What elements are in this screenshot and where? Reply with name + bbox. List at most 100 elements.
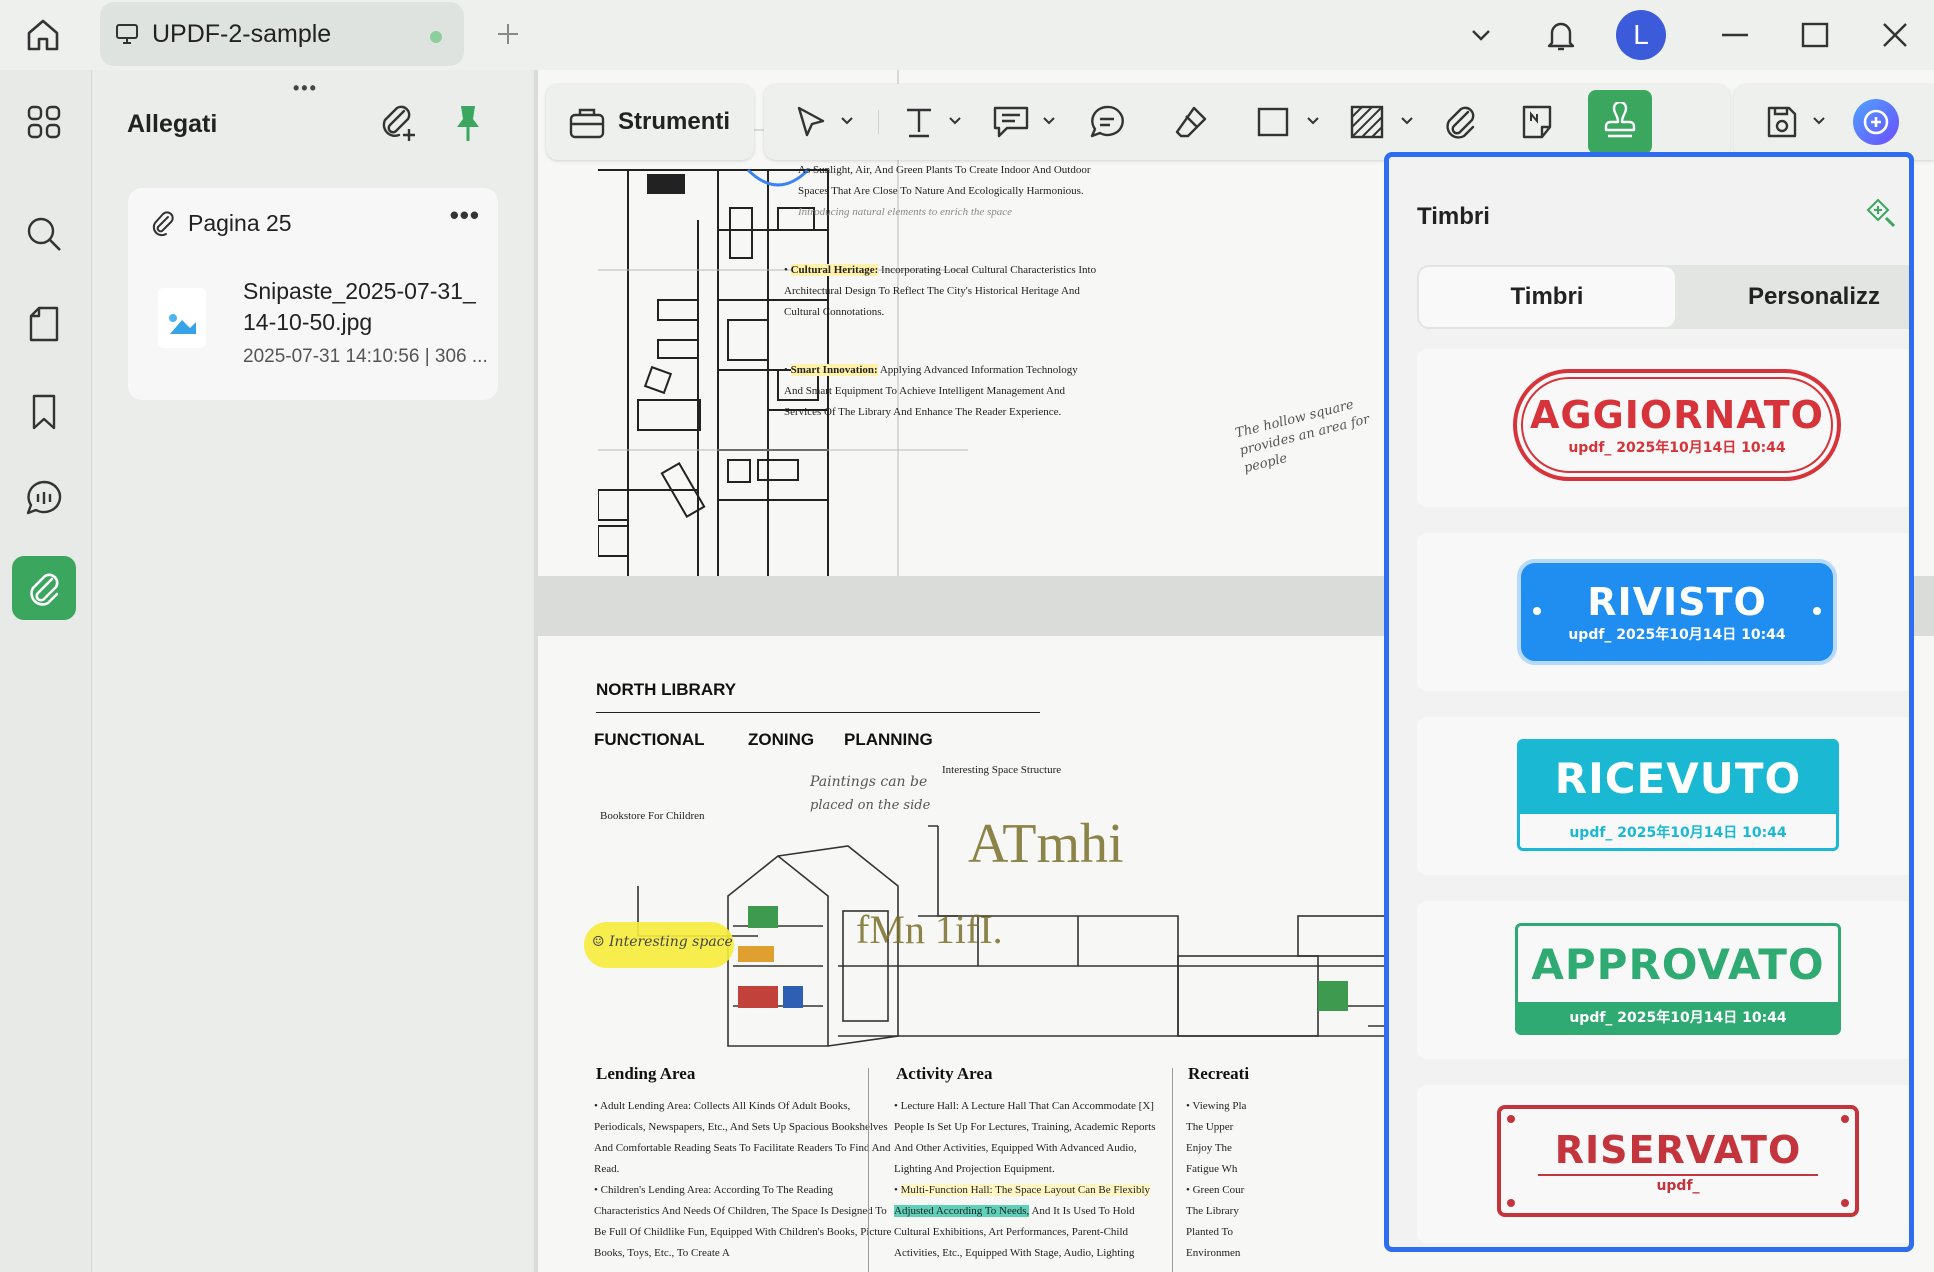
shape-tool-button[interactable] xyxy=(1246,96,1300,148)
minimize-icon xyxy=(1722,33,1748,37)
ocr-text-overlay-1: ATmhi xyxy=(968,813,1124,875)
chevron-down-icon xyxy=(949,117,961,125)
grid-icon xyxy=(27,105,61,139)
comment-list-icon xyxy=(26,480,62,515)
sticky-note-tool-button[interactable] xyxy=(1510,96,1564,148)
label-bookstore: Bookstore For Children xyxy=(600,810,705,822)
text-tool-dropdown[interactable] xyxy=(946,112,964,130)
tab-list-button[interactable] xyxy=(1456,10,1506,60)
minimize-button[interactable] xyxy=(1710,10,1760,60)
save-menu-dropdown[interactable] xyxy=(1810,112,1828,130)
chevron-down-icon xyxy=(1401,117,1413,125)
paperclip-icon xyxy=(1446,106,1475,139)
lending-area-title: Lending Area xyxy=(596,1064,696,1083)
speech-bubble-icon xyxy=(1090,105,1124,138)
area-tool-dropdown[interactable] xyxy=(1398,112,1416,130)
pin-icon xyxy=(457,106,479,141)
chevron-down-icon xyxy=(1307,117,1319,125)
panel-drag-handle[interactable]: ••• xyxy=(293,78,318,99)
left-rail xyxy=(0,70,92,1272)
bookmarks-button[interactable] xyxy=(12,380,76,444)
search-button[interactable] xyxy=(12,202,76,266)
subheading-zoning: ZONING xyxy=(748,730,815,749)
stamp-item-aggiornato[interactable]: AGGIORNATO updf_ 2025年10月14日 10:44 xyxy=(1417,349,1909,507)
attachments-panel: ••• Allegati Pagina 25 ••• Snipaste_2025… xyxy=(93,70,533,1272)
comment-tool-button[interactable] xyxy=(984,96,1038,148)
recreation-area-list: • Viewing Pla The Upper Enjoy The Fatigu… xyxy=(1186,1100,1247,1259)
select-tool-button[interactable] xyxy=(784,96,838,148)
more-options-button[interactable]: ••• xyxy=(450,200,480,231)
pages-button[interactable] xyxy=(12,292,76,356)
home-icon xyxy=(27,19,59,51)
stamp-item-ricevuto[interactable]: RICEVUTO updf_ 2025年10月14日 10:44 xyxy=(1417,717,1909,875)
intro-paragraph: As Sunlight, Air, And Green Plants To Cr… xyxy=(798,164,1091,218)
subheading-planning: PLANNING xyxy=(844,730,933,749)
note-tool-button[interactable] xyxy=(1080,96,1134,148)
attach-file-tool-button[interactable] xyxy=(1434,96,1488,148)
stamp-item-approvato[interactable]: APPROVATO updf_ 2025年10月14日 10:44 xyxy=(1417,901,1909,1059)
unsaved-indicator xyxy=(430,31,442,43)
stamp-aggiornato: AGGIORNATO updf_ 2025年10月14日 10:44 xyxy=(1513,369,1841,481)
attachment-page-label: Pagina 25 xyxy=(188,210,292,236)
new-tab-button[interactable] xyxy=(490,16,526,52)
document-tab[interactable]: UPDF-2-sample xyxy=(100,2,464,66)
note-paintings-line2: placed on the side xyxy=(810,798,931,813)
pin-panel-button[interactable] xyxy=(443,98,493,148)
stamp-ricevuto: RICEVUTO updf_ 2025年10月14日 10:44 xyxy=(1517,739,1839,851)
close-button[interactable] xyxy=(1870,10,1920,60)
document-tab-title: UPDF-2-sample xyxy=(152,19,332,48)
chevron-down-icon xyxy=(841,117,853,125)
text-tool-button[interactable] xyxy=(892,96,946,148)
stamp-item-rivisto[interactable]: RIVISTO updf_ 2025年10月14日 10:44 xyxy=(1417,533,1909,691)
ocr-text-overlay-2: fMn 1ifI. xyxy=(856,907,1003,952)
tab-stamps[interactable]: Timbri xyxy=(1419,267,1675,327)
secondary-toolbar xyxy=(1734,84,1934,160)
save-menu-button[interactable] xyxy=(1754,96,1808,148)
stamp-tool-button[interactable] xyxy=(1588,90,1652,154)
stamps-panel-title: Timbri xyxy=(1417,203,1490,230)
page-heading: NORTH LIBRARY xyxy=(596,680,737,699)
toolbox-icon xyxy=(569,108,605,139)
user-avatar[interactable]: L xyxy=(1616,10,1666,60)
maximize-icon xyxy=(1801,22,1829,48)
monitor-icon xyxy=(114,20,142,48)
home-button[interactable] xyxy=(20,12,66,58)
stamps-tabs: Timbri Personalizz xyxy=(1417,265,1909,329)
plus-icon xyxy=(498,24,518,44)
maximize-button[interactable] xyxy=(1790,10,1840,60)
ai-assistant-button[interactable] xyxy=(1848,94,1904,150)
add-custom-stamp-button[interactable] xyxy=(1861,193,1901,233)
attach-add-icon xyxy=(382,105,415,141)
attachments-button[interactable] xyxy=(12,556,76,620)
lending-area-list: • Adult Lending Area: Collects All Kinds… xyxy=(594,1100,892,1259)
select-tool-dropdown[interactable] xyxy=(838,112,856,130)
eraser-icon xyxy=(1175,106,1207,138)
attachment-file-name[interactable]: Snipaste_2025-07-31_14-10-50.jpg xyxy=(243,276,488,338)
comment-icon xyxy=(993,106,1029,138)
comments-button[interactable] xyxy=(12,466,76,530)
cursor-icon xyxy=(797,106,825,137)
add-attachment-button[interactable] xyxy=(373,98,423,148)
smart-innovation-paragraph: • Smart Innovation: Applying Advanced In… xyxy=(784,364,1078,418)
eraser-tool-button[interactable] xyxy=(1164,96,1218,148)
annotation-toolbar xyxy=(764,84,1730,160)
label-space-structure: Interesting Space Structure xyxy=(942,764,1062,776)
save-icon xyxy=(1767,106,1797,138)
attachment-group: Pagina 25 ••• Snipaste_2025-07-31_14-10-… xyxy=(128,188,498,400)
notifications-button[interactable] xyxy=(1536,10,1586,60)
shape-tool-dropdown[interactable] xyxy=(1304,112,1322,130)
tab-custom[interactable]: Personalizz xyxy=(1679,265,1909,329)
area-tool-button[interactable] xyxy=(1340,96,1394,148)
rectangle-icon xyxy=(1257,107,1289,137)
tools-button[interactable]: Strumenti xyxy=(546,84,754,160)
title-bar: UPDF-2-sample L xyxy=(0,0,1934,70)
thumbnails-button[interactable] xyxy=(12,90,76,154)
comment-tool-dropdown[interactable] xyxy=(1040,112,1058,130)
chevron-down-icon xyxy=(1813,117,1825,125)
bookmark-icon xyxy=(32,394,56,430)
panel-title: Allegati xyxy=(127,110,218,138)
stamp-riservato: RISERVATO updf_ xyxy=(1497,1105,1859,1217)
image-file-icon xyxy=(158,288,206,348)
stamp-item-riservato[interactable]: RISERVATO updf_ xyxy=(1417,1085,1909,1243)
hatched-area-icon xyxy=(1350,105,1384,139)
